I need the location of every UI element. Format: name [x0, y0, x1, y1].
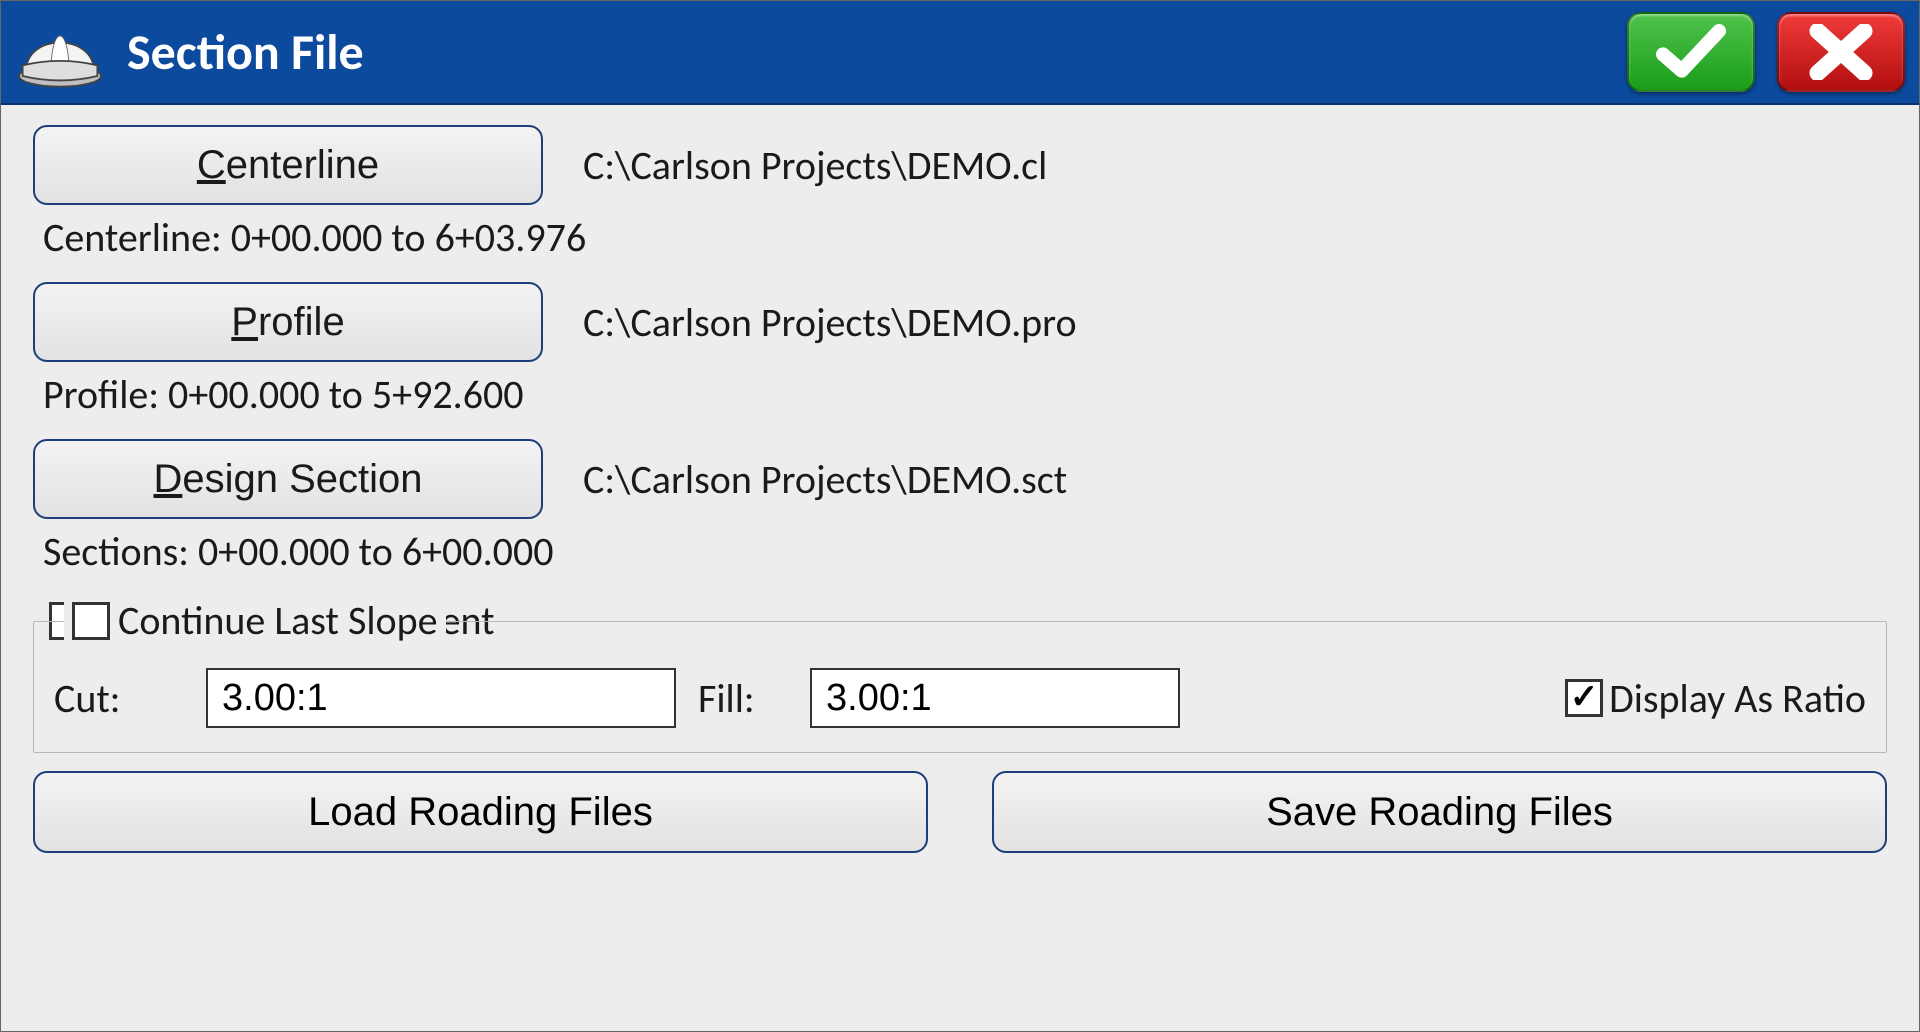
close-icon [1806, 24, 1876, 80]
slope-group: Continue Last Slope Cut: Fill: Display A… [33, 621, 1887, 753]
centerline-range: Centerline: 0+00.000 to 6+03.976 [43, 213, 1887, 262]
hardhat-icon [15, 12, 105, 92]
fill-label: Fill: [698, 674, 788, 723]
check-icon [1656, 24, 1726, 80]
design-section-button[interactable]: Design Section [33, 439, 543, 519]
profile-button[interactable]: Profile [33, 282, 543, 362]
cut-input[interactable] [206, 668, 676, 728]
load-roading-files-button[interactable]: Load Roading Files [33, 771, 928, 853]
dialog-title: Section File [127, 22, 1605, 83]
continue-last-slope-checkbox[interactable] [72, 602, 110, 640]
cancel-button[interactable] [1777, 12, 1905, 92]
centerline-button[interactable]: Centerline [33, 125, 543, 205]
display-as-ratio-label: Display As Ratio [1609, 674, 1866, 723]
ok-button[interactable] [1627, 12, 1755, 92]
fill-input[interactable] [810, 668, 1180, 728]
content-area: Centerline C:\Carlson Projects\DEMO.cl C… [1, 105, 1919, 869]
profile-path: C:\Carlson Projects\DEMO.pro [583, 298, 1077, 347]
cut-label: Cut: [54, 674, 184, 723]
save-roading-files-button[interactable]: Save Roading Files [992, 771, 1887, 853]
continue-last-slope-label: Continue Last Slope [118, 596, 438, 645]
centerline-path: C:\Carlson Projects\DEMO.cl [583, 141, 1047, 190]
profile-range: Profile: 0+00.000 to 5+92.600 [43, 370, 1887, 419]
titlebar: Section File [1, 1, 1919, 105]
sections-range: Sections: 0+00.000 to 6+00.000 [43, 527, 1887, 576]
design-section-path: C:\Carlson Projects\DEMO.sct [583, 455, 1067, 504]
display-as-ratio-checkbox[interactable] [1565, 679, 1603, 717]
